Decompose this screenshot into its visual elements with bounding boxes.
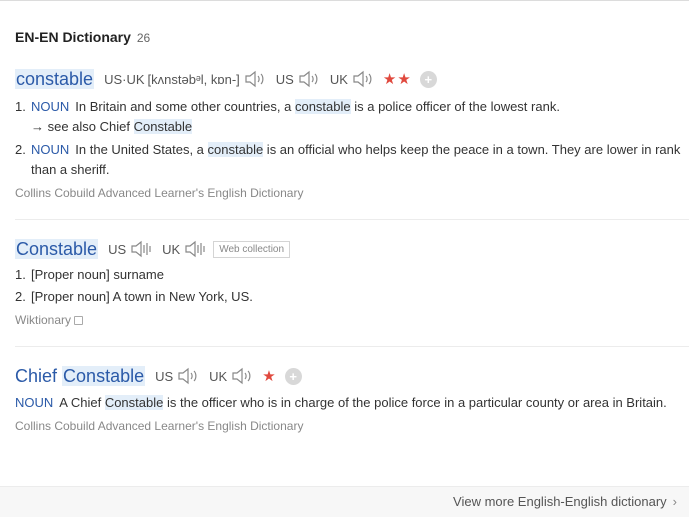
- phonetic: [kʌnstəbᵊl, kɒn-]: [147, 71, 240, 87]
- entry-divider: [15, 219, 689, 220]
- plus-icon[interactable]: +: [419, 70, 437, 88]
- sense-2: 2. [Proper noun] A town in New York, US.: [15, 289, 253, 304]
- speaker-wave-icon[interactable]: [183, 239, 207, 259]
- uk-label: UK: [162, 241, 181, 257]
- copy-icon[interactable]: [74, 316, 84, 325]
- plus-icon[interactable]: +: [284, 367, 302, 385]
- speaker-icon[interactable]: [230, 366, 254, 386]
- web-collection-badge[interactable]: Web collection: [213, 240, 291, 258]
- uk-label: UK: [209, 368, 228, 384]
- highlight-term[interactable]: constable: [294, 99, 351, 114]
- sense-2: 2. NOUN In the United States, a constable…: [15, 142, 681, 177]
- speaker-icon[interactable]: [176, 366, 200, 386]
- chevron-right-icon: ›: [672, 494, 677, 509]
- source-label: Collins Cobuild Advanced Learner's Engli…: [15, 186, 304, 200]
- source-wiktionary: Wiktionary: [15, 313, 689, 327]
- entry-constable-proper: Constable US UK Web collection 1. [Prope…: [15, 237, 689, 327]
- us-label: US: [155, 368, 174, 384]
- highlight-term[interactable]: Constable: [104, 395, 164, 410]
- headword[interactable]: Chief Constable: [15, 365, 146, 387]
- entry-constable: constable US·UK [kʌnstəbᵊl, kɒn-] US UK …: [15, 67, 689, 200]
- top-divider: [0, 0, 689, 1]
- us-label: US: [275, 71, 294, 87]
- part-of-speech: NOUN: [31, 99, 70, 114]
- dictionary-title: EN-EN Dictionary: [15, 29, 131, 45]
- uk-label: UK: [329, 71, 348, 87]
- part-of-speech: NOUN: [31, 142, 70, 157]
- view-more-link[interactable]: View more English-English dictionary ›: [453, 494, 677, 509]
- part-of-speech: NOUN: [15, 395, 54, 410]
- see-also: → see also Chief Constable: [31, 119, 193, 134]
- star-rating: ★★: [382, 71, 412, 88]
- entry-chief-constable: Chief Constable US UK ★ + NOUN A Chief Co…: [15, 364, 689, 433]
- speaker-icon[interactable]: [351, 69, 375, 89]
- see-also-link[interactable]: Constable: [133, 119, 193, 134]
- highlight-term[interactable]: constable: [207, 142, 264, 157]
- entry-divider: [15, 346, 689, 347]
- result-count: 26: [136, 31, 151, 45]
- speaker-icon[interactable]: [243, 69, 267, 89]
- headword[interactable]: Constable: [15, 238, 99, 260]
- source-label: Collins Cobuild Advanced Learner's Engli…: [15, 419, 304, 433]
- entry-headline: Constable US UK Web collection: [15, 237, 689, 261]
- entry-headline: constable US·UK [kʌnstəbᵊl, kɒn-] US UK …: [15, 67, 689, 91]
- dictionary-header: EN-EN Dictionary 26: [15, 29, 150, 45]
- definition: NOUN A Chief Constable is the officer who…: [15, 395, 667, 410]
- sense-1: 1. NOUN In Britain and some other countri…: [15, 99, 560, 134]
- us-label: US: [108, 241, 127, 257]
- pron-label: US·UK: [104, 71, 145, 87]
- star-rating: ★: [262, 368, 277, 385]
- speaker-wave-icon[interactable]: [129, 239, 153, 259]
- headword[interactable]: constable: [15, 68, 95, 90]
- speaker-icon[interactable]: [297, 69, 321, 89]
- entry-headline: Chief Constable US UK ★ +: [15, 364, 689, 388]
- footer-bar: View more English-English dictionary ›: [0, 486, 689, 517]
- sense-1: 1. [Proper noun] surname: [15, 267, 164, 282]
